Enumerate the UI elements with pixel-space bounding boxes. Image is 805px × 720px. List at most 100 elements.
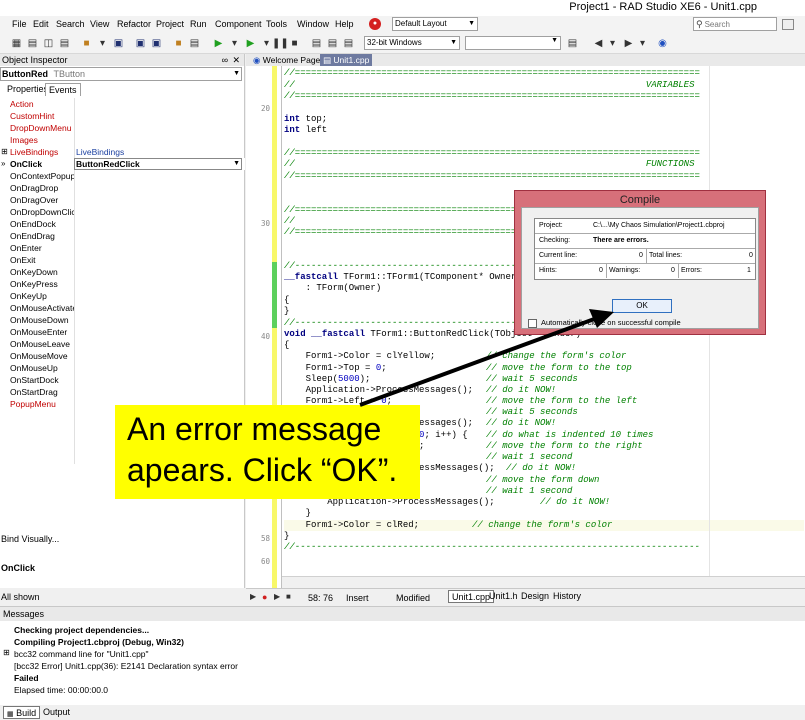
horizontal-scrollbar[interactable] <box>282 576 805 588</box>
event-row[interactable]: OnStartDock <box>0 374 245 386</box>
event-row[interactable]: OnMouseMove <box>0 350 245 362</box>
event-row[interactable]: OnDragOver <box>0 194 245 206</box>
step-over-icon[interactable]: ▤ <box>310 37 323 50</box>
menu-component[interactable]: Component <box>215 19 262 29</box>
trace-into-icon[interactable]: ▤ <box>326 37 339 50</box>
event-row[interactable]: Images <box>0 134 245 146</box>
event-row[interactable]: OnMouseEnter <box>0 326 245 338</box>
message-line[interactable]: bcc32 command line for "Unit1.cpp" <box>14 649 149 659</box>
menu-project[interactable]: Project <box>156 19 184 29</box>
expand-icon[interactable]: ⊞ <box>1 146 8 158</box>
open-file-icon[interactable]: ◫ <box>42 37 55 50</box>
tab-welcome-page[interactable]: ◉ Welcome Page <box>250 54 323 66</box>
event-row[interactable]: OnContextPopup <box>0 170 245 182</box>
tab-history[interactable]: History <box>550 590 584 603</box>
errors-value: 1 <box>747 267 751 274</box>
back-icon[interactable]: ◀ <box>592 37 605 50</box>
chevron-down-icon[interactable]: ▼ <box>233 158 240 170</box>
help-icon[interactable]: ◉ <box>656 37 669 50</box>
ok-button[interactable]: OK <box>612 299 672 313</box>
auto-close-checkbox[interactable] <box>528 319 537 328</box>
platform-select[interactable]: 32-bit Windows ▼ <box>364 36 460 50</box>
open-folder-icon[interactable]: ■ <box>172 37 185 50</box>
save-all-icon[interactable]: ▣ <box>134 37 147 50</box>
pause-icon[interactable]: ❚❚ <box>272 37 289 50</box>
dropdown-icon[interactable]: ▾ <box>96 37 109 50</box>
tab-build[interactable]: ▦ Build <box>3 706 41 719</box>
event-row[interactable]: OnKeyDown <box>0 266 245 278</box>
add-file-icon[interactable]: ▤ <box>188 37 201 50</box>
run-without-debug-icon[interactable]: ▶ <box>244 37 257 50</box>
message-line[interactable]: Compiling Project1.cbproj (Debug, Win32) <box>14 637 184 647</box>
menu-view[interactable]: View <box>90 19 109 29</box>
event-row[interactable]: OnMouseDown <box>0 314 245 326</box>
run-dropdown-icon[interactable]: ▾ <box>228 37 241 50</box>
playback-icon[interactable]: ▶ <box>274 592 280 601</box>
tab-events[interactable]: Events <box>45 83 81 96</box>
event-row-selected[interactable]: » OnClick ButtonRedClick ▼ <box>0 158 245 170</box>
event-row[interactable]: OnEndDock <box>0 218 245 230</box>
event-row[interactable]: OnEndDrag <box>0 230 245 242</box>
menu-refactor[interactable]: Refactor <box>117 19 151 29</box>
event-row[interactable]: OnMouseLeave <box>0 338 245 350</box>
event-row[interactable]: OnDropDownClick <box>0 206 245 218</box>
event-row[interactable]: OnKeyUp <box>0 290 245 302</box>
bind-visually-link[interactable]: Bind Visually... <box>1 534 59 544</box>
event-row[interactable]: Action <box>0 98 245 110</box>
menu-file[interactable]: File <box>12 19 27 29</box>
event-row[interactable]: OnKeyPress <box>0 278 245 290</box>
message-line[interactable]: Elapsed time: 00:00:00.0 <box>14 685 108 695</box>
deploy-icon[interactable]: ▤ <box>566 37 579 50</box>
error-message-line[interactable]: [bcc32 Error] Unit1.cpp(36): E2141 Decla… <box>14 661 238 671</box>
message-line[interactable]: Failed <box>14 673 39 683</box>
tab-unit1-h[interactable]: Unit1.h <box>486 590 521 603</box>
event-row[interactable]: OnEnter <box>0 242 245 254</box>
event-value[interactable]: LiveBindings <box>76 146 124 158</box>
event-row[interactable]: OnMouseUp <box>0 362 245 374</box>
event-row[interactable]: DropDownMenu <box>0 122 245 134</box>
remove-file-icon[interactable]: ▣ <box>150 37 163 50</box>
menu-window[interactable]: Window <box>297 19 329 29</box>
menu-tools[interactable]: Tools <box>266 19 287 29</box>
tab-output[interactable]: Output <box>40 706 73 719</box>
menu-help[interactable]: Help <box>335 19 354 29</box>
component-selector[interactable]: ButtonRed TButton ▼ <box>0 67 242 81</box>
pin-icon[interactable]: ∞ <box>222 54 228 66</box>
close-icon[interactable]: ✕ <box>232 54 240 66</box>
back-dropdown-icon[interactable]: ▾ <box>606 37 619 50</box>
menu-search[interactable]: Search <box>56 19 85 29</box>
menu-run[interactable]: Run <box>190 19 207 29</box>
new-items-icon[interactable]: ▤ <box>26 37 39 50</box>
tab-design[interactable]: Design <box>518 590 552 603</box>
layout-select[interactable]: Default Layout ▼ <box>392 17 478 31</box>
save-icon[interactable]: ▣ <box>112 37 125 50</box>
record-macro-icon[interactable]: ● <box>262 592 267 602</box>
event-row[interactable]: OnStartDrag <box>0 386 245 398</box>
event-row[interactable]: OnDragDrop <box>0 182 245 194</box>
search-options-icon[interactable] <box>782 19 794 30</box>
event-row[interactable]: CustomHint <box>0 110 245 122</box>
run-to-cursor-icon[interactable]: ▤ <box>342 37 355 50</box>
desktop-layout-icon[interactable]: ● <box>369 18 381 30</box>
event-row[interactable]: OnExit <box>0 254 245 266</box>
checking-row: Checking: There are errors. <box>535 234 755 249</box>
folder-icon[interactable]: ■ <box>80 37 93 50</box>
save-macro-icon[interactable]: ■ <box>286 592 291 601</box>
tab-unit1-cpp[interactable]: ▤ Unit1.cpp <box>320 54 373 66</box>
search-input[interactable]: ⚲ Search <box>693 17 777 31</box>
run-icon[interactable]: ▶ <box>212 37 225 50</box>
message-line[interactable]: Checking project dependencies... <box>14 625 149 635</box>
expand-icon[interactable]: ⊞ <box>3 648 10 657</box>
menu-edit[interactable]: Edit <box>33 19 49 29</box>
event-row[interactable]: ⊞ LiveBindings LiveBindings <box>0 146 245 158</box>
stop-icon[interactable]: ■ <box>288 37 301 50</box>
event-value[interactable]: ButtonRedClick <box>76 158 140 170</box>
forward-icon[interactable]: ▶ <box>622 37 635 50</box>
forward-dropdown-icon[interactable]: ▾ <box>636 37 649 50</box>
tab-properties[interactable]: Properties <box>4 83 51 96</box>
play-macro-icon[interactable]: ▶ <box>250 592 256 601</box>
configuration-select[interactable]: ▼ <box>465 36 561 50</box>
event-row[interactable]: OnMouseActivate <box>0 302 245 314</box>
open-project-icon[interactable]: ▤ <box>58 37 71 50</box>
new-icon[interactable]: ▦ <box>10 37 23 50</box>
